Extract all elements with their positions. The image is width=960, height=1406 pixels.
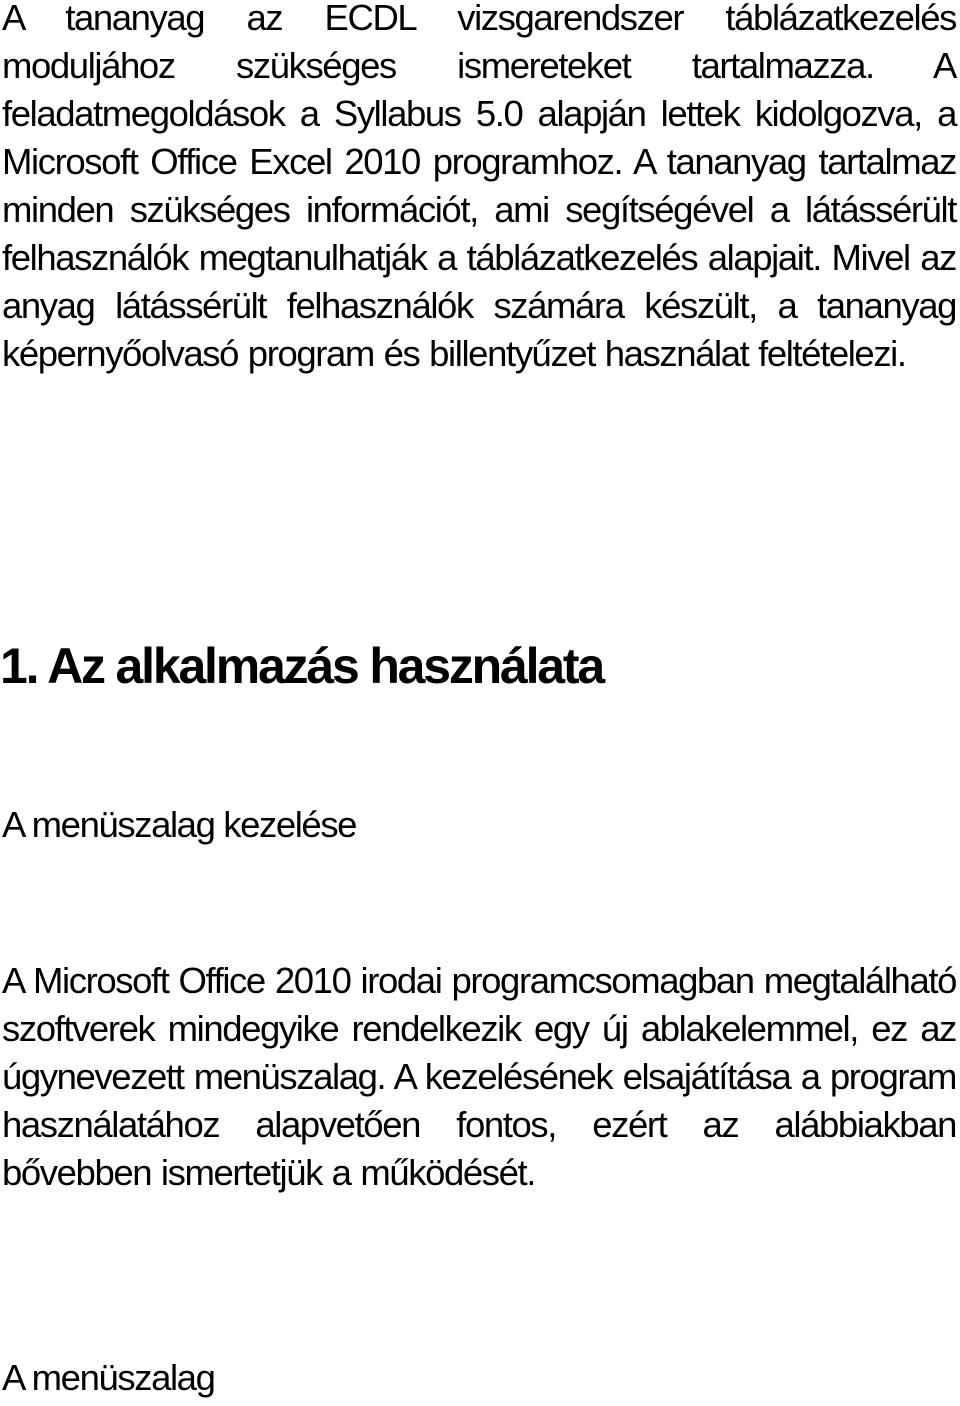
section-heading: 1. Az alkalmazás használata: [0, 638, 605, 694]
subsection-paragraph-ribbon: A Microsoft Office 2010 irodai programcs…: [2, 960, 957, 1193]
intro-paragraph: A tananyag az ECDL vizsgarendszer tábláz…: [2, 0, 957, 374]
subsection-heading-menu-ribbon-handling: A menüszalag kezelése: [2, 804, 357, 845]
subsection-heading-menu-ribbon: A menüszalag: [2, 1357, 216, 1398]
